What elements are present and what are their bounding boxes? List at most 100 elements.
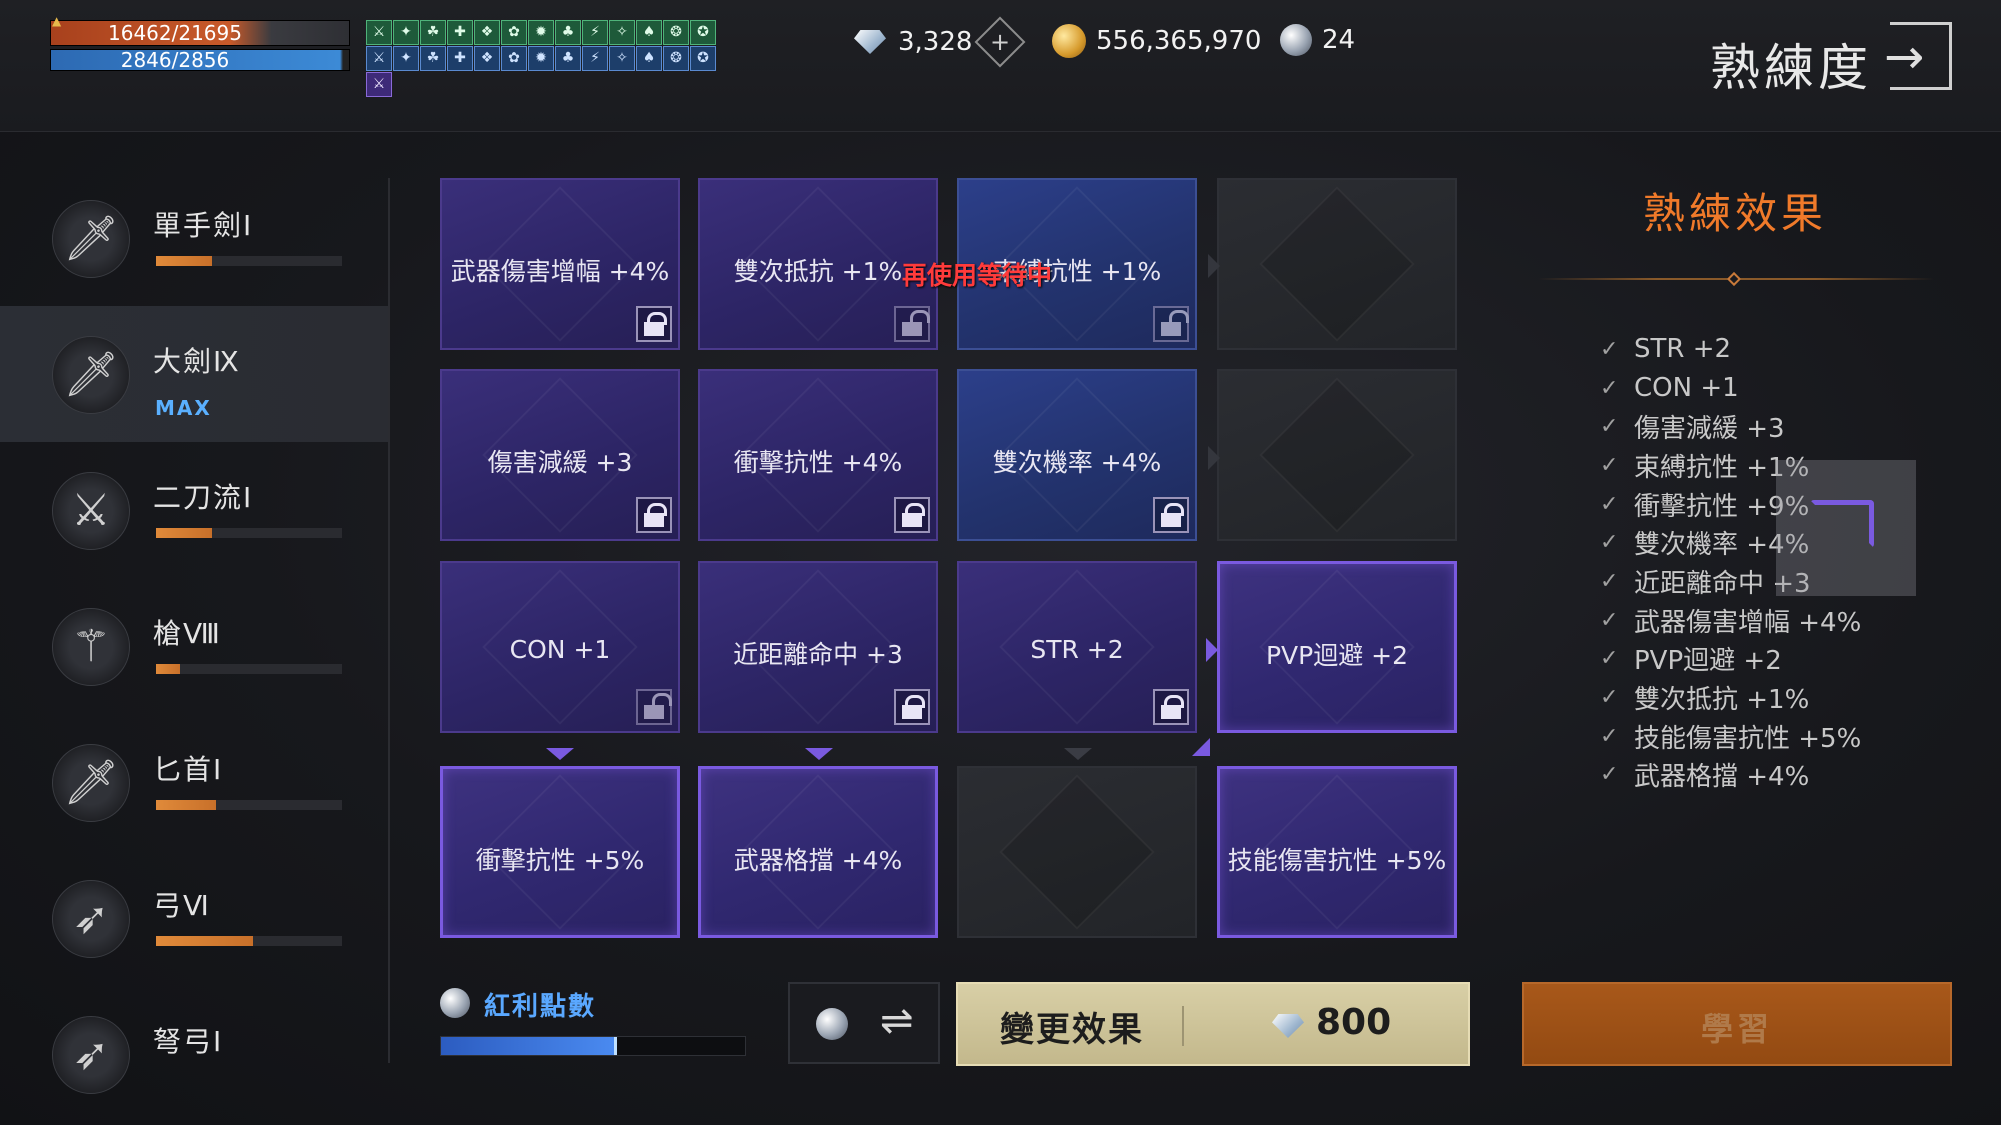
mastery-node[interactable]: 武器格擋 +4% (698, 766, 938, 938)
mastery-node[interactable]: 雙次機率 +4% (957, 369, 1197, 541)
lock-icon[interactable] (1153, 689, 1189, 725)
lock-icon[interactable] (1153, 497, 1189, 533)
swap-button[interactable]: ⇌ (788, 982, 940, 1064)
buff-icon[interactable]: ✹ (528, 46, 554, 71)
effect-item: ✓ 武器傷害增幅 +4% (1600, 601, 1861, 640)
mastery-node[interactable] (1217, 178, 1457, 350)
connector-arrow-icon (1208, 446, 1220, 470)
node-ornament-icon (999, 774, 1155, 930)
effect-text: 雙次抵抗 +1% (1634, 685, 1810, 716)
mastery-node-label: CON +1 (509, 635, 611, 664)
buff-icon[interactable]: ⚡ (582, 20, 608, 45)
change-effect-button[interactable]: 變更效果 800 (956, 982, 1470, 1066)
buff-icon[interactable]: ✧ (609, 20, 635, 45)
buff-icon[interactable]: ⚔ (366, 46, 392, 71)
buff-icon[interactable]: ❖ (474, 20, 500, 45)
check-icon: ✓ (1600, 762, 1619, 788)
mastery-node[interactable]: STR +2 (957, 561, 1197, 733)
buff-icon[interactable]: ❂ (663, 46, 689, 71)
diamond-currency: 3,328 + (852, 16, 1026, 68)
cast-overlay[interactable] (1776, 460, 1916, 596)
buff-row: ⚔ ✦ ☘ ✚ ❖ ✿ ✹ ♣ ⚡ ✧ ♠ ❂ ✪ (366, 20, 736, 46)
mastery-node-label: 近距離命中 +3 (733, 640, 903, 669)
connector-arrow-icon (1192, 738, 1210, 756)
mastery-node[interactable] (957, 766, 1197, 938)
orb-currency: 24 (1280, 24, 1355, 56)
unlock-icon[interactable] (636, 689, 672, 725)
bonus-points-fill (441, 1037, 618, 1055)
unlock-icon[interactable] (1153, 306, 1189, 342)
buff-icon[interactable]: ⚔ (366, 72, 392, 97)
mastery-node[interactable] (1217, 369, 1457, 541)
effect-text: 傷害減緩 +3 (1634, 414, 1785, 445)
buff-icon[interactable]: ☘ (420, 20, 446, 45)
mastery-node[interactable]: 衝擊抗性 +5% (440, 766, 680, 938)
orb-icon (816, 1008, 848, 1040)
mastery-node[interactable]: 傷害減緩 +3 (440, 369, 680, 541)
buff-icon[interactable]: ✿ (501, 46, 527, 71)
weapon-item[interactable]: ➶ 弓Ⅵ (0, 850, 390, 986)
buff-icon[interactable]: ✦ (393, 46, 419, 71)
check-icon: ✓ (1600, 568, 1619, 594)
weapon-name: 匕首Ⅰ (153, 753, 224, 786)
weapon-progress-fill (156, 664, 181, 674)
check-icon: ✓ (1600, 530, 1619, 556)
weapon-progress-bar (156, 800, 342, 810)
buff-icon[interactable]: ❂ (663, 20, 689, 45)
weapon-item[interactable]: 🗡 單手劍Ⅰ (0, 170, 390, 306)
buff-icon[interactable]: ✚ (447, 20, 473, 45)
buff-icon[interactable]: ✪ (690, 20, 716, 45)
swap-icon: ⇌ (880, 998, 914, 1044)
buff-icon[interactable]: ♠ (636, 20, 662, 45)
lock-icon[interactable] (894, 497, 930, 533)
top-bar: 16462/21695 2846/2856 ▲ ⚔ ✦ ☘ ✚ ❖ ✿ ✹ ♣ ⚡ ✧ ♠ ❂ ✪ ⚔ ✦… (0, 0, 2001, 132)
mastery-node[interactable]: 近距離命中 +3 (698, 561, 938, 733)
unlock-icon[interactable] (894, 306, 930, 342)
effect-text: CON +1 (1634, 373, 1739, 404)
check-icon: ✓ (1600, 685, 1619, 711)
effect-item: ✓ 武器格擋 +4% (1600, 756, 1861, 795)
learn-button[interactable]: 學習 (1522, 982, 1952, 1066)
buff-icon[interactable]: ✹ (528, 20, 554, 45)
weapon-item[interactable]: 🗡 大劍Ⅸ MAX (0, 306, 390, 442)
lock-icon[interactable] (636, 497, 672, 533)
exit-icon[interactable] (1884, 22, 1952, 90)
effect-item: ✓ CON +1 (1600, 369, 1861, 408)
mastery-node[interactable]: 技能傷害抗性 +5% (1217, 766, 1457, 938)
buff-icon[interactable]: ❖ (474, 46, 500, 71)
lock-icon[interactable] (636, 306, 672, 342)
buff-icon[interactable]: ♣ (555, 46, 581, 71)
mastery-node[interactable]: 衝擊抗性 +4% (698, 369, 938, 541)
weapon-item[interactable]: ➶ 弩弓Ⅰ (0, 986, 390, 1122)
buff-icon[interactable]: ✪ (690, 46, 716, 71)
mastery-node[interactable]: CON +1 (440, 561, 680, 733)
cast-icon (1810, 500, 1874, 548)
effect-item: ✓ STR +2 (1600, 330, 1861, 369)
add-diamonds-button[interactable]: + (974, 16, 1026, 68)
mastery-node[interactable]: 武器傷害增幅 +4% (440, 178, 680, 350)
buff-icon[interactable]: ✦ (393, 20, 419, 45)
check-icon: ✓ (1600, 607, 1619, 633)
divider (1182, 1006, 1184, 1046)
hp-text: 16462/21695 (108, 21, 242, 45)
weapon-item[interactable]: ⚔ 二刀流Ⅰ (0, 442, 390, 578)
weapon-item[interactable]: 🗡 匕首Ⅰ (0, 714, 390, 850)
buff-icon[interactable]: ♣ (555, 20, 581, 45)
buff-icon[interactable]: ♠ (636, 46, 662, 71)
change-effect-cost: 800 (1316, 1002, 1392, 1043)
buff-icon[interactable]: ✧ (609, 46, 635, 71)
orb-icon (1280, 24, 1312, 56)
buff-icon[interactable]: ☘ (420, 46, 446, 71)
weapon-item[interactable]: ⚚ 槍Ⅷ (0, 578, 390, 714)
connector-arrow-icon (546, 748, 574, 760)
plus-icon: + (990, 27, 1011, 56)
buff-icon[interactable]: ✿ (501, 20, 527, 45)
buff-icon[interactable]: ⚡ (582, 46, 608, 71)
mastery-node[interactable]: PVP迴避 +2 (1217, 561, 1457, 733)
check-icon: ✓ (1600, 723, 1619, 749)
buff-icon[interactable]: ⚔ (366, 20, 392, 45)
hp-bar: 16462/21695 (50, 20, 350, 46)
lock-icon[interactable] (894, 689, 930, 725)
weapon-progress-bar (156, 664, 342, 674)
buff-icon[interactable]: ✚ (447, 46, 473, 71)
